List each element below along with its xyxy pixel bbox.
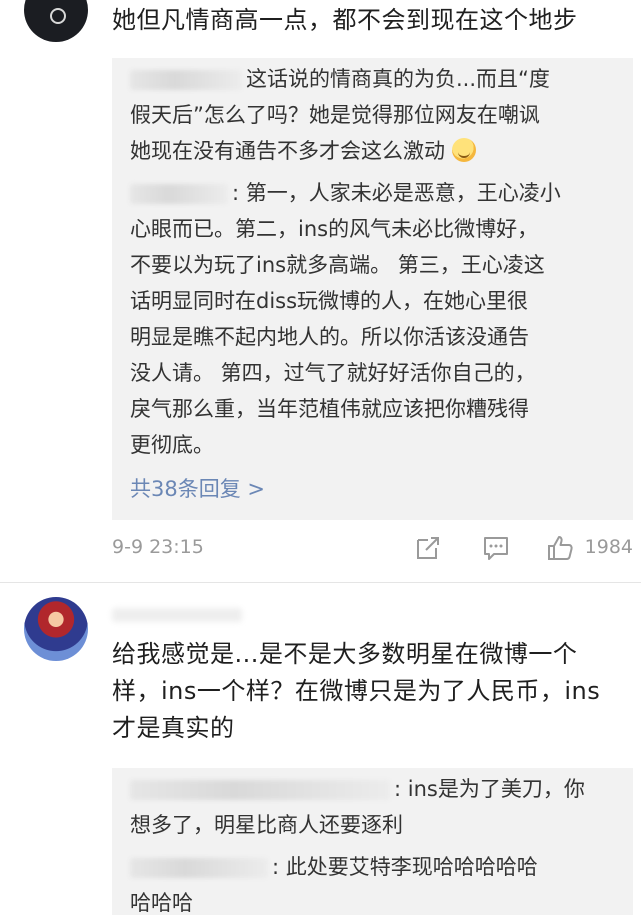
comment-text: 她但凡情商高一点，都不会到现在这个地步	[112, 6, 578, 34]
reply-line: 不要以为玩了ins就多高端。 第三，王心凌这	[130, 253, 545, 277]
thumbs-up-icon[interactable]	[546, 534, 574, 562]
reply-line: 更彻底。	[130, 433, 214, 457]
reply-box[interactable]: : ins是为了美刀，你 想多了，明星比商人还要逐利 : 此处要艾特李现哈哈哈哈…	[112, 768, 633, 915]
avatar[interactable]	[24, 597, 88, 661]
reply-text: 这话说的情商真的为负...而且“度	[246, 67, 550, 91]
reply-line: : 此处要艾特李现哈哈哈哈哈	[130, 850, 623, 884]
reply-text: : 此处要艾特李现哈哈哈哈哈	[272, 855, 538, 879]
blurred-username	[130, 70, 242, 90]
reply-line: : ins是为了美刀，你	[130, 772, 623, 806]
blurred-username	[130, 780, 390, 800]
reply-text: : 第一，人家未必是恶意，王心凌小	[232, 181, 561, 205]
comment-text: 才是真实的	[112, 714, 235, 742]
comment-text: 给我感觉是...是不是大多数明星在微博一个	[112, 640, 578, 668]
like-count: 1984	[584, 536, 633, 558]
reply-line: 没人请。 第四，过气了就好好活你自己的，	[130, 361, 536, 385]
reply-line: : 第一，人家未必是恶意，王心凌小	[130, 176, 623, 210]
blurred-username	[130, 184, 228, 204]
reply-line: 假天后”怎么了吗？她是觉得那位网友在嘲讽	[130, 103, 540, 127]
reply-line: 这话说的情商真的为负...而且“度	[130, 62, 623, 96]
sweat-smile-emoji-icon	[451, 138, 476, 162]
reply-box[interactable]: 这话说的情商真的为负...而且“度 假天后”怎么了吗？她是觉得那位网友在嘲讽 她…	[112, 58, 633, 520]
reply-line: 话明显同时在diss玩微博的人，在她心里很	[130, 289, 529, 313]
comment-text: 样，ins一个样？在微博只是为了人民币，ins	[112, 677, 601, 705]
comment-time: 9-9 23:15	[112, 536, 204, 558]
reply-line: 她现在没有通告不多才会这么激动	[130, 134, 623, 168]
reply-line: 想多了，明星比商人还要逐利	[130, 813, 403, 837]
divider	[0, 582, 641, 583]
share-icon[interactable]	[414, 534, 442, 562]
avatar[interactable]	[24, 0, 88, 42]
blurred-username	[112, 608, 242, 622]
reply-line: 明显是瞧不起内地人的。所以你活该没通告	[130, 325, 529, 349]
more-replies-link[interactable]: 共38条回复 >	[130, 474, 265, 504]
comment-meta-row: 9-9 23:15 1984	[112, 528, 633, 568]
reply-line: 戾气那么重，当年范植伟就应该把你糟残得	[130, 397, 529, 421]
reply-text: 她现在没有通告不多才会这么激动	[130, 139, 445, 163]
reply-text: : ins是为了美刀，你	[394, 777, 585, 801]
reply-line: 心眼而已。第二，ins的风气未必比微博好，	[130, 217, 539, 241]
blurred-username	[130, 858, 268, 878]
comment-icon[interactable]	[482, 534, 510, 562]
